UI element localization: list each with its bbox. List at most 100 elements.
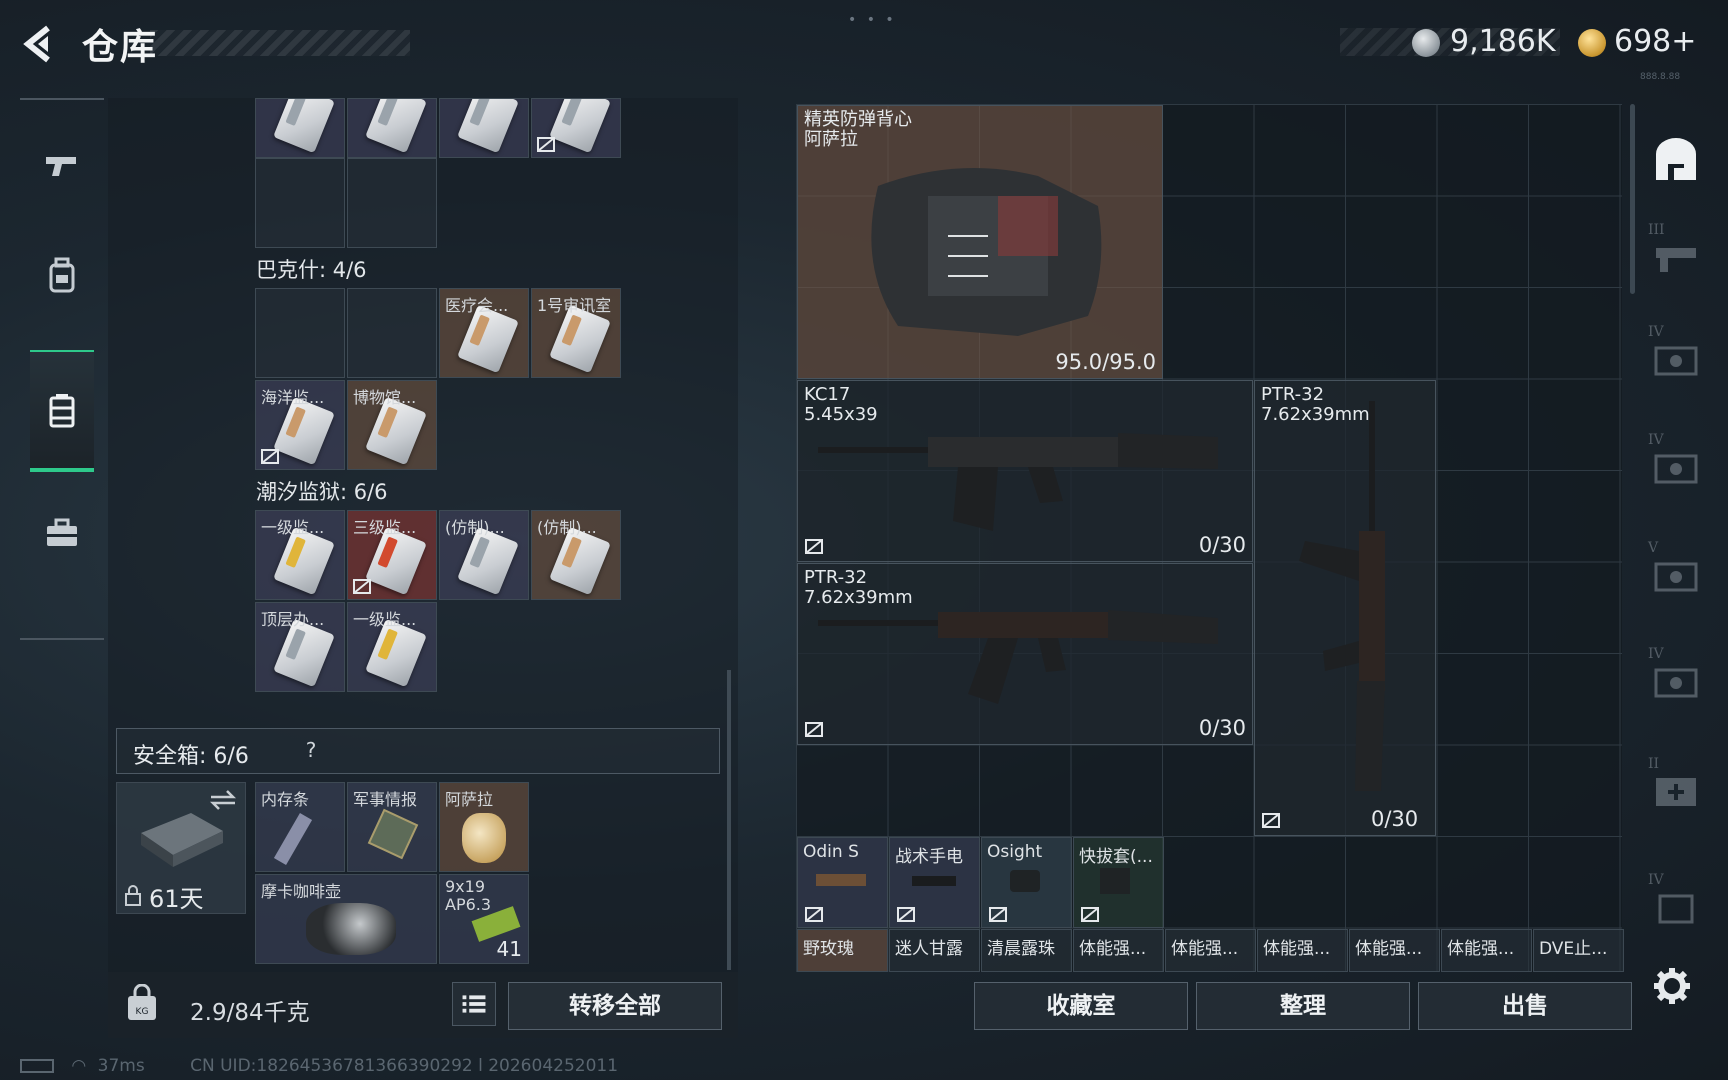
nav-storage[interactable]: [30, 350, 94, 472]
wifi-icon: ◠: [71, 1056, 87, 1076]
sidebar-slot-tier-4[interactable]: IV: [1646, 432, 1706, 494]
battery-icon: [20, 1059, 54, 1073]
asara-item[interactable]: 阿萨拉: [439, 782, 529, 872]
left-scrollbar[interactable]: [727, 670, 731, 970]
weapon-ptr32-item[interactable]: PTR-32 7.62x39mm 0/30: [797, 563, 1253, 745]
assault-rifle-icon: [818, 433, 1218, 531]
armor-vest-item[interactable]: 精英防弹背心 阿萨拉 95.0/95.0: [797, 105, 1163, 379]
safehouse-icon: [1656, 138, 1696, 180]
moka-pot-item[interactable]: 摩卡咖啡壶: [255, 874, 437, 964]
attachment-item[interactable]: Odin S: [797, 837, 888, 928]
list-icon: [462, 995, 486, 1013]
consumable-item[interactable]: 体能强...: [1165, 929, 1256, 972]
list-view-button[interactable]: [452, 982, 496, 1026]
weapon-kc17-item[interactable]: KC17 5.45x39 0/30: [797, 380, 1253, 562]
attachment-item[interactable]: Osight: [981, 837, 1072, 928]
lock-icon: [125, 885, 141, 906]
memory-stick-item[interactable]: 内存条: [255, 782, 345, 872]
consumable-item[interactable]: 体能强...: [1441, 929, 1532, 972]
back-arrow-icon[interactable]: [18, 22, 62, 66]
swap-icon[interactable]: [209, 789, 237, 811]
sidebar-slot-tier-2[interactable]: II: [1646, 756, 1706, 818]
key-card-slot[interactable]: 医疗会...: [439, 288, 529, 378]
empty-slot[interactable]: [255, 288, 345, 378]
consumable-item[interactable]: 体能强...: [1349, 929, 1440, 972]
key-card-slot[interactable]: [347, 98, 437, 158]
consumable-item[interactable]: 清晨露珠: [981, 929, 1072, 972]
safebox-title: 安全箱: 6/6: [133, 744, 249, 769]
battle-rifle-icon: [1299, 401, 1385, 791]
no-trade-icon: [261, 449, 279, 464]
key-card-slot[interactable]: 三级监...: [347, 510, 437, 600]
scope-icon: [816, 874, 866, 886]
armor-vest-icon: [871, 168, 1102, 336]
nav-backpack[interactable]: [30, 240, 94, 310]
drag-handle-icon: • • •: [848, 12, 897, 28]
attachment-item[interactable]: 快拔套(...: [1073, 837, 1164, 928]
key-card-slot[interactable]: 海洋监...: [255, 380, 345, 470]
help-icon[interactable]: ?: [297, 738, 325, 766]
safebox-case[interactable]: 61天: [116, 782, 246, 914]
consumable-item[interactable]: DVE止...: [1533, 929, 1624, 972]
key-card-slot[interactable]: [439, 98, 529, 158]
bakshi-section-title: 巴克什: 4/6: [256, 258, 367, 282]
no-trade-icon: [989, 907, 1007, 922]
pistol-icon: [46, 157, 76, 176]
carry-weight: 2.9/84千克: [190, 1000, 310, 1026]
settings-gear-icon[interactable]: [1650, 964, 1694, 1008]
key-card-slot[interactable]: 一级监...: [255, 510, 345, 600]
ammo-count: 41: [496, 937, 522, 961]
ammo-9x19-item[interactable]: 9x19 AP6.3 41: [439, 874, 529, 964]
memory-stick-icon: [273, 812, 313, 866]
nav-weapons[interactable]: [30, 130, 94, 200]
quick-mount-icon: [1100, 868, 1130, 894]
weapon-ptr32-vertical-item[interactable]: PTR-32 7.62x39mm 0/30: [1254, 380, 1436, 836]
key-card-slot[interactable]: [255, 98, 345, 158]
uid-text: CN UID:18264536781366390292 l 2026042520…: [190, 1056, 619, 1076]
circuit-board-icon: [367, 808, 419, 860]
status-bar: ◠ 37ms CN UID:18264536781366390292 l 202…: [20, 1056, 618, 1076]
sort-button[interactable]: 整理: [1196, 982, 1410, 1030]
consumable-item[interactable]: 体能强...: [1073, 929, 1164, 972]
no-trade-icon: [353, 579, 371, 594]
vest-durability: 95.0/95.0: [1055, 350, 1156, 374]
right-scrollbar[interactable]: [1630, 104, 1635, 294]
key-card-slot[interactable]: [531, 98, 621, 158]
key-card-slot[interactable]: 1号审讯室: [531, 288, 621, 378]
collection-room-button[interactable]: 收藏室: [974, 982, 1188, 1030]
key-card-slot[interactable]: 博物馆...: [347, 380, 437, 470]
safebox-days-remaining: 61天: [149, 885, 204, 913]
title-decoration: [150, 30, 410, 56]
sidebar-slot-tier-5[interactable]: V: [1646, 540, 1706, 602]
sidebar-slot-tier-3[interactable]: III: [1646, 222, 1706, 284]
attachment-item[interactable]: 战术手电: [889, 837, 980, 928]
weapon2-ammo: 0/30: [1198, 716, 1246, 740]
nav-toolbox[interactable]: [30, 498, 94, 568]
consumable-item[interactable]: 迷人甘露: [889, 929, 980, 972]
weapon1-ammo: 0/30: [1198, 533, 1246, 557]
transfer-all-button[interactable]: 转移全部: [508, 982, 722, 1030]
key-card-icon: [365, 99, 427, 154]
key-card-slot[interactable]: 一级监...: [347, 602, 437, 692]
empty-slot[interactable]: [347, 288, 437, 378]
toolbox-icon: [47, 518, 77, 546]
key-card-slot[interactable]: (仿制)...: [531, 510, 621, 600]
sidebar-slot-tier-4[interactable]: IV: [1646, 324, 1706, 386]
gold-amount[interactable]: 698+: [1614, 24, 1696, 59]
sidebar-slot-tier-4[interactable]: IV: [1646, 646, 1706, 708]
military-intel-item[interactable]: 军事情报: [347, 782, 437, 872]
consumable-item[interactable]: 体能强...: [1257, 929, 1348, 972]
sell-button[interactable]: 出售: [1418, 982, 1632, 1030]
sidebar-slot-tier-4[interactable]: IV: [1646, 872, 1706, 934]
consumable-item[interactable]: 野玫瑰: [797, 929, 888, 972]
sidebar-home[interactable]: [1646, 130, 1706, 190]
tide-prison-section-title: 潮汐监狱: 6/6: [256, 480, 388, 504]
key-card-slot[interactable]: 顶层办...: [255, 602, 345, 692]
no-trade-icon: [805, 907, 823, 922]
ping-text: 37ms: [97, 1056, 145, 1076]
key-card-slot[interactable]: (仿制)...: [439, 510, 529, 600]
empty-slot[interactable]: [255, 158, 345, 248]
empty-slot[interactable]: [347, 158, 437, 248]
svg-text:KG: KG: [136, 1007, 149, 1017]
key-card-icon: [457, 99, 519, 154]
